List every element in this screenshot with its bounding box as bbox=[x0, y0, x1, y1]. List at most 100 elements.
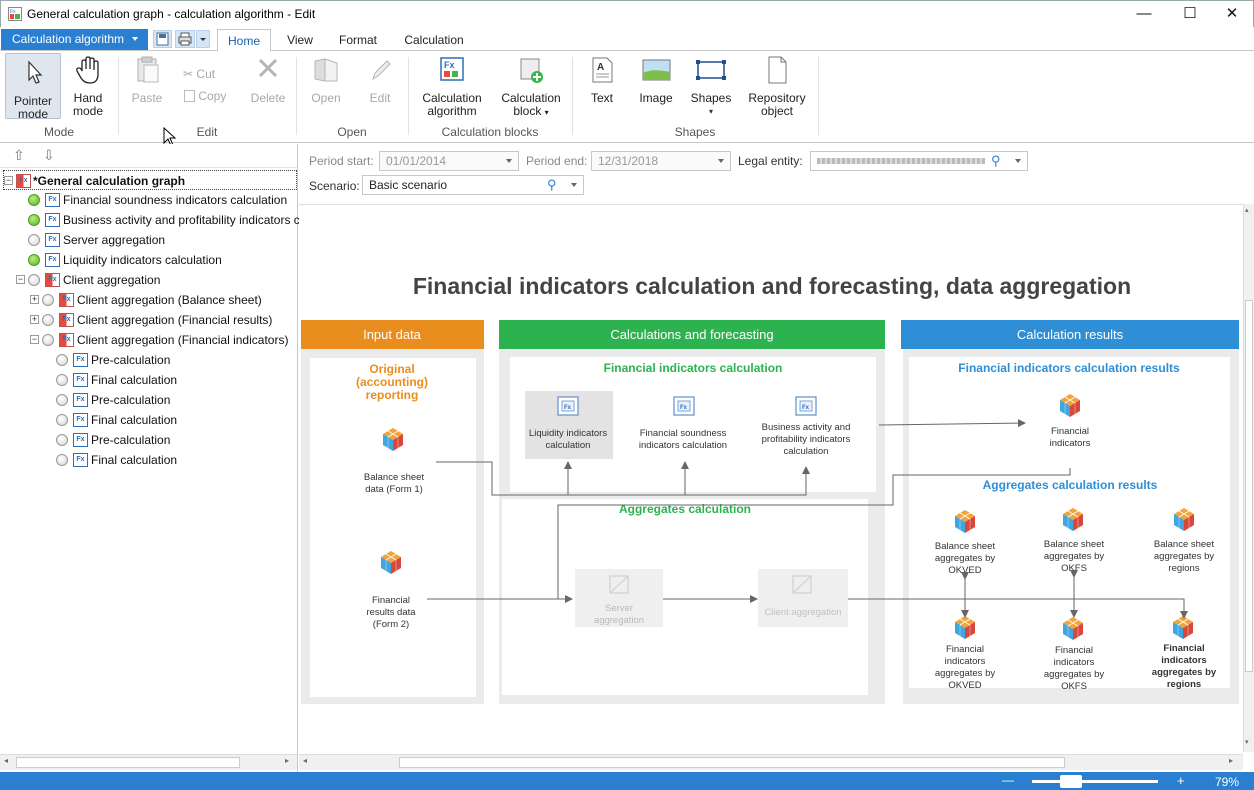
caret-down-icon bbox=[132, 37, 138, 41]
diagram-title: Financial indicators calculation and for… bbox=[413, 273, 1131, 299]
zoom-out-button[interactable]: — bbox=[1002, 773, 1014, 787]
zoom-slider-thumb[interactable] bbox=[1060, 775, 1082, 788]
close-button[interactable]: ✕ bbox=[1209, 1, 1254, 27]
pointer-mode-button[interactable]: Pointer mode bbox=[5, 53, 61, 121]
tree-toolbar: ⇧ ⇩ bbox=[0, 144, 297, 168]
copy-label: Copy bbox=[198, 89, 227, 103]
scroll-right-icon[interactable]: ▸ bbox=[1229, 756, 1233, 765]
scroll-left-icon[interactable]: ◂ bbox=[4, 756, 8, 765]
paste-button[interactable]: Paste bbox=[126, 55, 168, 105]
minimize-button[interactable]: — bbox=[1121, 1, 1167, 27]
edit-label: Edit bbox=[369, 91, 391, 105]
tab-format[interactable]: Format bbox=[331, 29, 385, 52]
calculation-block-button[interactable]: Calculation block ▾ bbox=[499, 55, 563, 119]
calc-block-icon: Fx bbox=[45, 213, 60, 227]
expand-icon[interactable]: + bbox=[30, 295, 39, 304]
fif-1: Financial bbox=[1055, 645, 1093, 656]
algorithm-icon: Fx bbox=[16, 174, 31, 188]
tree-item-root[interactable]: − Fx *General calculation graph bbox=[3, 170, 297, 190]
scroll-down-icon[interactable]: ▾ bbox=[1245, 738, 1249, 746]
repository-object-button[interactable]: Repository object bbox=[744, 55, 810, 118]
cut-button[interactable]: ✂ Cut bbox=[183, 67, 215, 81]
collapse-icon[interactable]: − bbox=[16, 275, 25, 284]
scenario-field[interactable]: Basic scenario ⚲ bbox=[362, 175, 584, 195]
fio-4: OKVED bbox=[948, 680, 981, 691]
legal-entity-field[interactable]: ⚲ bbox=[810, 151, 1028, 171]
calc-block-label-2: block ▾ bbox=[513, 104, 549, 118]
status-gray-icon bbox=[56, 374, 68, 386]
print-icon[interactable] bbox=[175, 30, 195, 48]
ba-2: profitability indicators bbox=[762, 434, 851, 445]
qat-dropdown-icon[interactable] bbox=[196, 30, 210, 48]
calc-block-icon: Fx bbox=[45, 193, 60, 207]
save-icon[interactable] bbox=[153, 30, 172, 48]
move-down-icon[interactable]: ⇩ bbox=[43, 147, 55, 164]
balance-sheet-2: data (Form 1) bbox=[365, 484, 423, 495]
bso-3: OKVED bbox=[948, 565, 981, 576]
status-gray-icon bbox=[56, 414, 68, 426]
period-end-field[interactable]: 12/31/2018 bbox=[591, 151, 731, 171]
open-button[interactable]: Open bbox=[304, 55, 348, 105]
fs-1: Financial soundness bbox=[640, 428, 727, 439]
window-title: General calculation graph - calculation … bbox=[27, 7, 316, 21]
search-icon[interactable]: ⚲ bbox=[991, 152, 1001, 170]
image-button[interactable]: Image bbox=[634, 55, 678, 105]
collapse-icon[interactable]: − bbox=[4, 176, 13, 185]
search-icon[interactable]: ⚲ bbox=[547, 176, 557, 194]
tab-home[interactable]: Home bbox=[217, 29, 271, 52]
fs-2: indicators calculation bbox=[639, 440, 727, 451]
shapes-button[interactable]: Shapes ▾ bbox=[688, 55, 734, 118]
scroll-left-icon[interactable]: ◂ bbox=[303, 756, 307, 765]
tab-calculation[interactable]: Calculation bbox=[396, 29, 472, 52]
zoom-in-button[interactable]: + bbox=[1177, 773, 1185, 788]
scroll-up-icon[interactable]: ▴ bbox=[1245, 206, 1249, 214]
text-button[interactable]: A Text bbox=[582, 55, 622, 105]
collapse-icon[interactable]: − bbox=[30, 335, 39, 344]
bso-2: aggregates by bbox=[935, 553, 995, 564]
original-reporting-1: Original bbox=[369, 362, 414, 376]
scroll-thumb[interactable] bbox=[16, 757, 240, 768]
edit-button[interactable]: Edit bbox=[358, 55, 402, 105]
repo-label-2: object bbox=[760, 104, 794, 118]
period-start-field[interactable]: 01/01/2014 bbox=[379, 151, 519, 171]
app-menu-button[interactable]: Calculation algorithm bbox=[1, 29, 148, 50]
pencil-icon bbox=[372, 60, 391, 81]
period-end-value: 12/31/2018 bbox=[598, 154, 659, 168]
tree-item-label: Client aggregation bbox=[63, 273, 161, 287]
hand-icon bbox=[76, 56, 99, 84]
bsr-3: regions bbox=[1168, 563, 1199, 574]
scroll-thumb[interactable] bbox=[1245, 300, 1253, 672]
period-start-value: 01/01/2014 bbox=[386, 154, 447, 168]
diagram: Fx Financial indicators calculation and … bbox=[301, 273, 1239, 704]
image-label: Image bbox=[639, 91, 673, 105]
tree-item-label: Business activity and profitability indi… bbox=[63, 213, 322, 227]
client-aggregation-block[interactable] bbox=[758, 569, 848, 627]
expand-icon[interactable]: + bbox=[30, 315, 39, 324]
algorithm-icon: Fx bbox=[59, 333, 74, 347]
delete-icon bbox=[258, 58, 278, 78]
hand-mode-button[interactable]: Hand mode bbox=[64, 55, 112, 118]
zoom-slider[interactable] bbox=[1032, 780, 1158, 783]
copy-button[interactable]: Copy bbox=[184, 89, 226, 103]
tree-horizontal-scrollbar[interactable]: ◂ ▸ bbox=[0, 754, 297, 770]
canvas-horizontal-scrollbar[interactable]: ◂ ▸ bbox=[299, 754, 1243, 770]
diagram-canvas[interactable]: Fx Financial indicators calculation and … bbox=[299, 204, 1243, 752]
move-up-icon[interactable]: ⇧ bbox=[13, 147, 25, 164]
bsf-1: Balance sheet bbox=[1044, 539, 1105, 550]
scroll-right-icon[interactable]: ▸ bbox=[285, 756, 289, 765]
scroll-thumb[interactable] bbox=[399, 757, 1065, 768]
canvas-vertical-scrollbar[interactable]: ▴ ▾ bbox=[1243, 204, 1254, 752]
group-shapes-label: Shapes bbox=[674, 125, 716, 139]
app-menu-label: Calculation algorithm bbox=[12, 32, 125, 46]
app-icon: Fx bbox=[8, 7, 22, 21]
calculation-algorithm-button[interactable]: Fx Calculation algorithm bbox=[420, 55, 484, 118]
delete-button[interactable]: Delete bbox=[246, 55, 290, 105]
algorithm-icon: Fx bbox=[45, 273, 60, 287]
group-edit-label: Edit bbox=[196, 125, 218, 139]
fir-3: aggregates by bbox=[1152, 667, 1217, 678]
calc-block-icon: Fx bbox=[73, 433, 88, 447]
maximize-button[interactable]: ☐ bbox=[1167, 1, 1213, 27]
scenario-value: Basic scenario bbox=[369, 178, 448, 192]
tab-view[interactable]: View bbox=[279, 29, 321, 52]
calculation-algorithm-icon: Fx bbox=[440, 57, 464, 81]
